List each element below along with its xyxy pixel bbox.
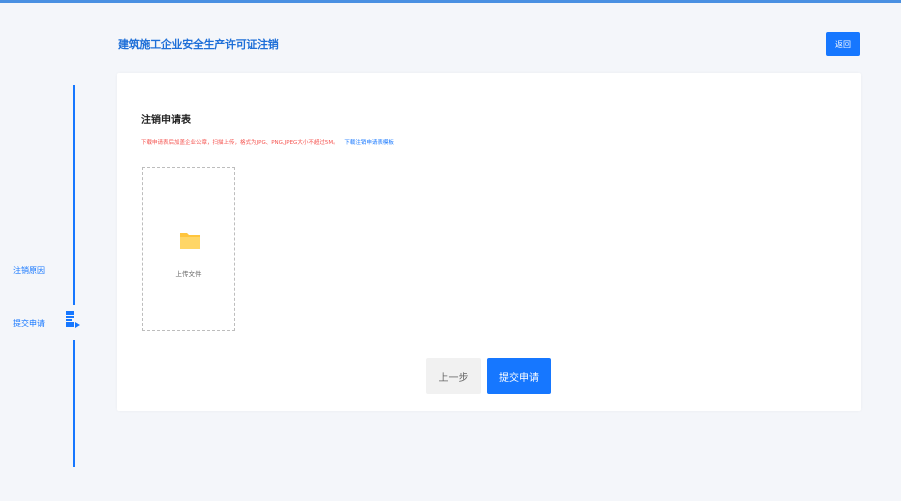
page-title: 建筑施工企业安全生产许可证注销 — [118, 38, 279, 51]
form-card: 注销申请表 下载申请表后加盖企业公章，扫描上传，格式为JPG、PNG,JPEG大… — [117, 73, 861, 411]
step-rail-bottom — [73, 340, 75, 467]
upload-hint: 下载申请表后加盖企业公章，扫描上传，格式为JPG、PNG,JPEG大小不超过5M… — [141, 138, 394, 146]
document-edit-icon — [66, 311, 80, 328]
step-submit-application[interactable]: 提交申请 — [13, 318, 45, 329]
back-button[interactable]: 返回 — [826, 32, 860, 56]
form-title: 注销申请表 — [141, 115, 191, 126]
folder-icon — [180, 233, 200, 249]
hint-text: 下载申请表后加盖企业公章，扫描上传，格式为JPG、PNG,JPEG大小不超过5M… — [141, 140, 339, 146]
upload-label: 上传文件 — [175, 270, 202, 278]
submit-application-button[interactable]: 提交申请 — [487, 358, 551, 394]
file-upload-area[interactable]: 上传文件 — [142, 167, 235, 331]
prev-step-button[interactable]: 上一步 — [426, 358, 481, 394]
step-rail-top — [73, 85, 75, 305]
top-accent-bar — [0, 0, 901, 3]
step-cancel-reason[interactable]: 注销原因 — [13, 265, 45, 276]
download-template-link[interactable]: 下载注销申请表模板 — [344, 140, 394, 146]
